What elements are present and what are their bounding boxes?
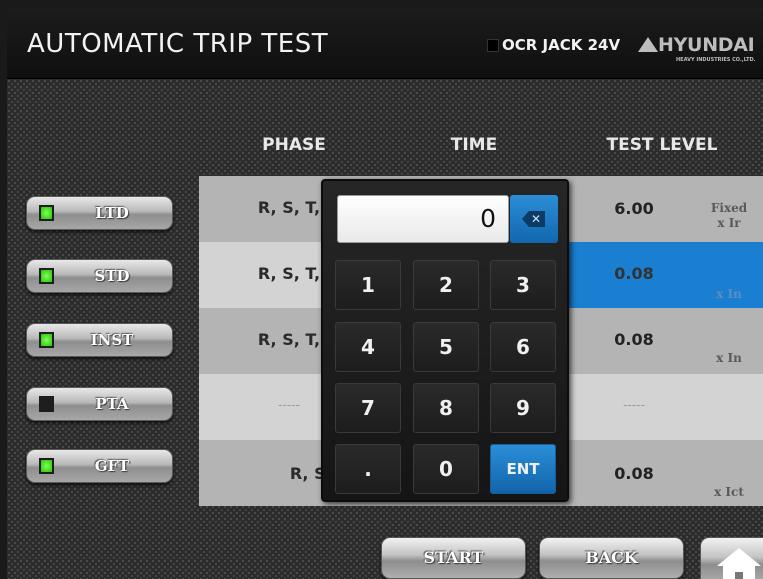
key-4[interactable]: 4 [335, 322, 401, 372]
key-5[interactable]: 5 [413, 322, 479, 372]
page-title: AUTOMATIC TRIP TEST [27, 29, 329, 59]
key-6[interactable]: 6 [490, 322, 556, 372]
key-9[interactable]: 9 [490, 383, 556, 433]
unit-label: x In [716, 287, 742, 301]
home-button[interactable] [700, 537, 763, 579]
key-8[interactable]: 8 [413, 383, 479, 433]
key-3[interactable]: 3 [490, 260, 556, 310]
key-2[interactable]: 2 [413, 260, 479, 310]
key-0[interactable]: 0 [413, 444, 479, 494]
test-level-value[interactable]: 6.00 [579, 199, 689, 218]
back-button[interactable]: BACK [539, 537, 684, 579]
pta-led-indicator [39, 396, 54, 412]
key-decimal[interactable]: . [335, 444, 401, 494]
column-header-time: TIME [450, 135, 498, 155]
test-level-unit: Fixed x Ir [699, 201, 759, 231]
home-icon-door [735, 572, 743, 579]
test-level-value[interactable]: 0.08 [579, 464, 689, 483]
unit-label: x Ict [714, 485, 744, 499]
ltd-led-indicator [39, 205, 54, 221]
key-1[interactable]: 1 [335, 260, 401, 310]
unit-label: x In [716, 351, 742, 365]
ltd-button-label: LTD [95, 204, 129, 222]
test-level-value[interactable]: 0.08 [579, 330, 689, 349]
ltd-button[interactable]: LTD [26, 196, 173, 230]
test-level-value[interactable]: 0.08 [579, 264, 689, 283]
header-bar: AUTOMATIC TRIP TEST OCR JACK 24V HYUNDAI… [7, 7, 763, 79]
logo-triangle-icon [638, 37, 658, 52]
gft-led-indicator [39, 458, 54, 474]
test-level-value: ----- [623, 398, 645, 412]
inst-led-indicator [39, 332, 54, 348]
keypad-display-value: 0 [480, 204, 496, 233]
inst-button-label: INST [90, 331, 134, 349]
ocr-status-label: OCR JACK 24V [502, 36, 621, 54]
std-led-indicator [39, 268, 54, 284]
logo-wordmark: HYUNDAI [658, 34, 755, 56]
gft-button[interactable]: GFT [26, 449, 173, 483]
inst-button[interactable]: INST [26, 323, 173, 357]
key-7[interactable]: 7 [335, 383, 401, 433]
std-button-label: STD [94, 267, 130, 285]
ocr-status: OCR JACK 24V [487, 36, 620, 54]
unit-label: x Ir [717, 216, 741, 230]
backspace-button[interactable]: ✕ [510, 195, 558, 243]
pta-button[interactable]: PTA [26, 387, 173, 421]
std-button[interactable]: STD [26, 259, 173, 293]
numeric-keypad: 0 ✕ 1 2 3 4 5 6 7 8 9 . 0 ENT [321, 179, 569, 502]
backspace-icon: ✕ [522, 211, 545, 227]
home-icon [717, 548, 761, 566]
column-header-phase: PHASE [262, 135, 326, 155]
column-header-test-level: TEST LEVEL [606, 135, 718, 155]
hyundai-logo: HYUNDAI HEAVY INDUSTRIES CO.,LTD. [638, 34, 756, 66]
fixed-label: Fixed [710, 201, 748, 215]
screen: AUTOMATIC TRIP TEST OCR JACK 24V HYUNDAI… [7, 7, 763, 579]
keypad-display[interactable]: 0 [337, 195, 509, 243]
logo-subtitle: HEAVY INDUSTRIES CO.,LTD. [676, 57, 756, 63]
gft-button-label: GFT [94, 457, 130, 475]
ocr-status-indicator [487, 38, 499, 52]
start-button[interactable]: START [381, 537, 526, 579]
pta-button-label: PTA [95, 395, 129, 413]
enter-button[interactable]: ENT [490, 444, 556, 494]
